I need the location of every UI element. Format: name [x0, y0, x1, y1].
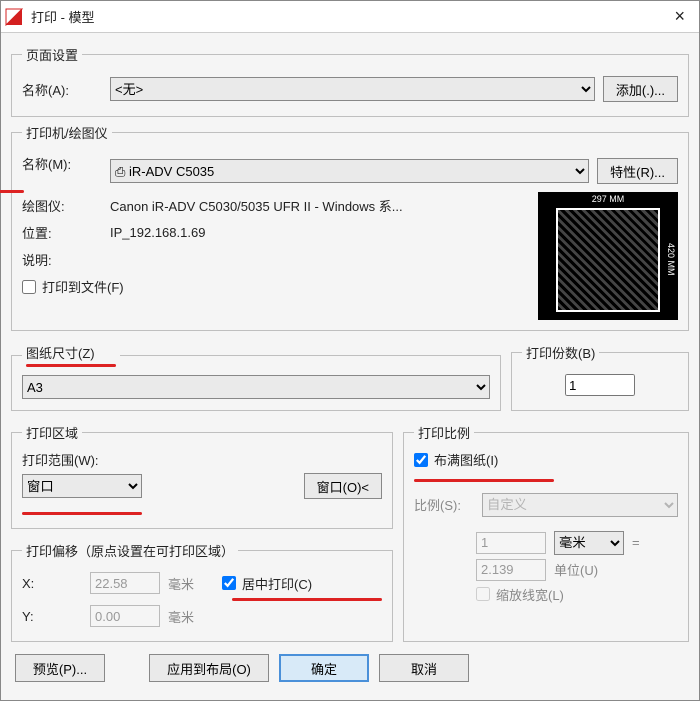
copies-group: 打印份数(B)	[511, 343, 689, 411]
plot-scale-group: 打印比例 布满图纸(I) 比例(S): 自定义 毫米 =	[403, 423, 689, 642]
plot-to-file-check[interactable]: 打印到文件(F)	[22, 277, 124, 296]
close-icon[interactable]: ×	[666, 4, 693, 29]
printer-props-button[interactable]: 特性(R)...	[597, 158, 678, 184]
print-dialog: 打印 - 模型 × 页面设置 名称(A): <无> 添加(.)... 打印机/绘…	[0, 0, 700, 701]
plot-offset-group: 打印偏移（原点设置在可打印区域） X: 毫米 居中打印(C) Y:	[11, 541, 393, 642]
x-label: X:	[22, 576, 82, 591]
ok-button[interactable]: 确定	[279, 654, 369, 682]
window-title: 打印 - 模型	[31, 7, 666, 26]
printer-name-combo[interactable]: ⎙ iR-ADV C5035	[110, 159, 589, 183]
equals-mark: =	[632, 535, 640, 550]
preview-height-label: 420 MM	[666, 243, 676, 276]
x-unit: 毫米	[168, 574, 194, 593]
app-logo-icon	[5, 8, 23, 26]
y-label: Y:	[22, 609, 82, 624]
pagesetup-name-combo[interactable]: <无>	[110, 77, 595, 101]
apply-layout-button[interactable]: 应用到布局(O)	[149, 654, 269, 682]
plot-area-legend: 打印区域	[22, 423, 82, 442]
preview-button[interactable]: 预览(P)...	[15, 654, 105, 682]
scale-lineweight-checkbox	[476, 587, 490, 601]
scale-unit2: 单位(U)	[554, 560, 598, 579]
copies-legend: 打印份数(B)	[522, 343, 599, 362]
scale-unit1[interactable]: 毫米	[554, 531, 624, 555]
plotter-value: Canon iR-ADV C5030/5035 UFR II - Windows…	[110, 196, 403, 215]
location-label: 位置:	[22, 223, 102, 242]
ratio-label: 比例(S):	[414, 495, 474, 514]
copies-input[interactable]	[565, 374, 635, 396]
footer: 预览(P)... 应用到布局(O) 确定 取消	[11, 648, 689, 692]
fit-to-paper-check[interactable]: 布满图纸(I)	[414, 450, 498, 469]
page-setup-group: 页面设置 名称(A): <无> 添加(.)...	[11, 45, 689, 117]
x-input[interactable]	[90, 572, 160, 594]
printer-group: 打印机/绘图仪 名称(M): ⎙ iR-ADV C5035 特性(R)...	[11, 123, 689, 331]
center-plot-checkbox[interactable]	[222, 576, 236, 590]
plot-area-group: 打印区域 打印范围(W): 窗口 窗口(O)<	[11, 423, 393, 529]
y-unit: 毫米	[168, 607, 194, 626]
preview-width-label: 297 MM	[538, 194, 678, 204]
fit-to-paper-checkbox[interactable]	[414, 453, 428, 467]
pagesetup-add-button[interactable]: 添加(.)...	[603, 76, 678, 102]
window-pick-button[interactable]: 窗口(O)<	[304, 473, 382, 499]
printer-name-label: 名称(M):	[22, 154, 102, 188]
paper-size-group: 图纸尺寸(Z) A3	[11, 343, 501, 411]
plot-scale-legend: 打印比例	[414, 423, 474, 442]
scale-num1	[476, 532, 546, 554]
y-input[interactable]	[90, 605, 160, 627]
paper-size-legend: 图纸尺寸(Z)	[22, 343, 120, 367]
ratio-combo: 自定义	[482, 493, 678, 517]
pagesetup-name-label: 名称(A):	[22, 80, 102, 99]
plot-range-label: 打印范围(W):	[22, 450, 382, 469]
center-plot-check[interactable]: 居中打印(C)	[222, 574, 312, 593]
paper-size-combo[interactable]: A3	[22, 375, 490, 399]
scale-num2	[476, 559, 546, 581]
page-setup-legend: 页面设置	[22, 45, 82, 64]
printer-legend: 打印机/绘图仪	[22, 123, 112, 142]
plot-to-file-checkbox[interactable]	[22, 280, 36, 294]
titlebar: 打印 - 模型 ×	[1, 1, 699, 33]
plotter-label: 绘图仪:	[22, 196, 102, 215]
plot-offset-legend: 打印偏移（原点设置在可打印区域）	[22, 541, 238, 560]
location-value: IP_192.168.1.69	[110, 225, 205, 240]
scale-lineweight-check: 缩放线宽(L)	[476, 585, 564, 604]
cancel-button[interactable]: 取消	[379, 654, 469, 682]
paper-preview: 297 MM 420 MM	[538, 192, 678, 320]
desc-label: 说明:	[22, 250, 102, 269]
plot-range-combo[interactable]: 窗口	[22, 474, 142, 498]
